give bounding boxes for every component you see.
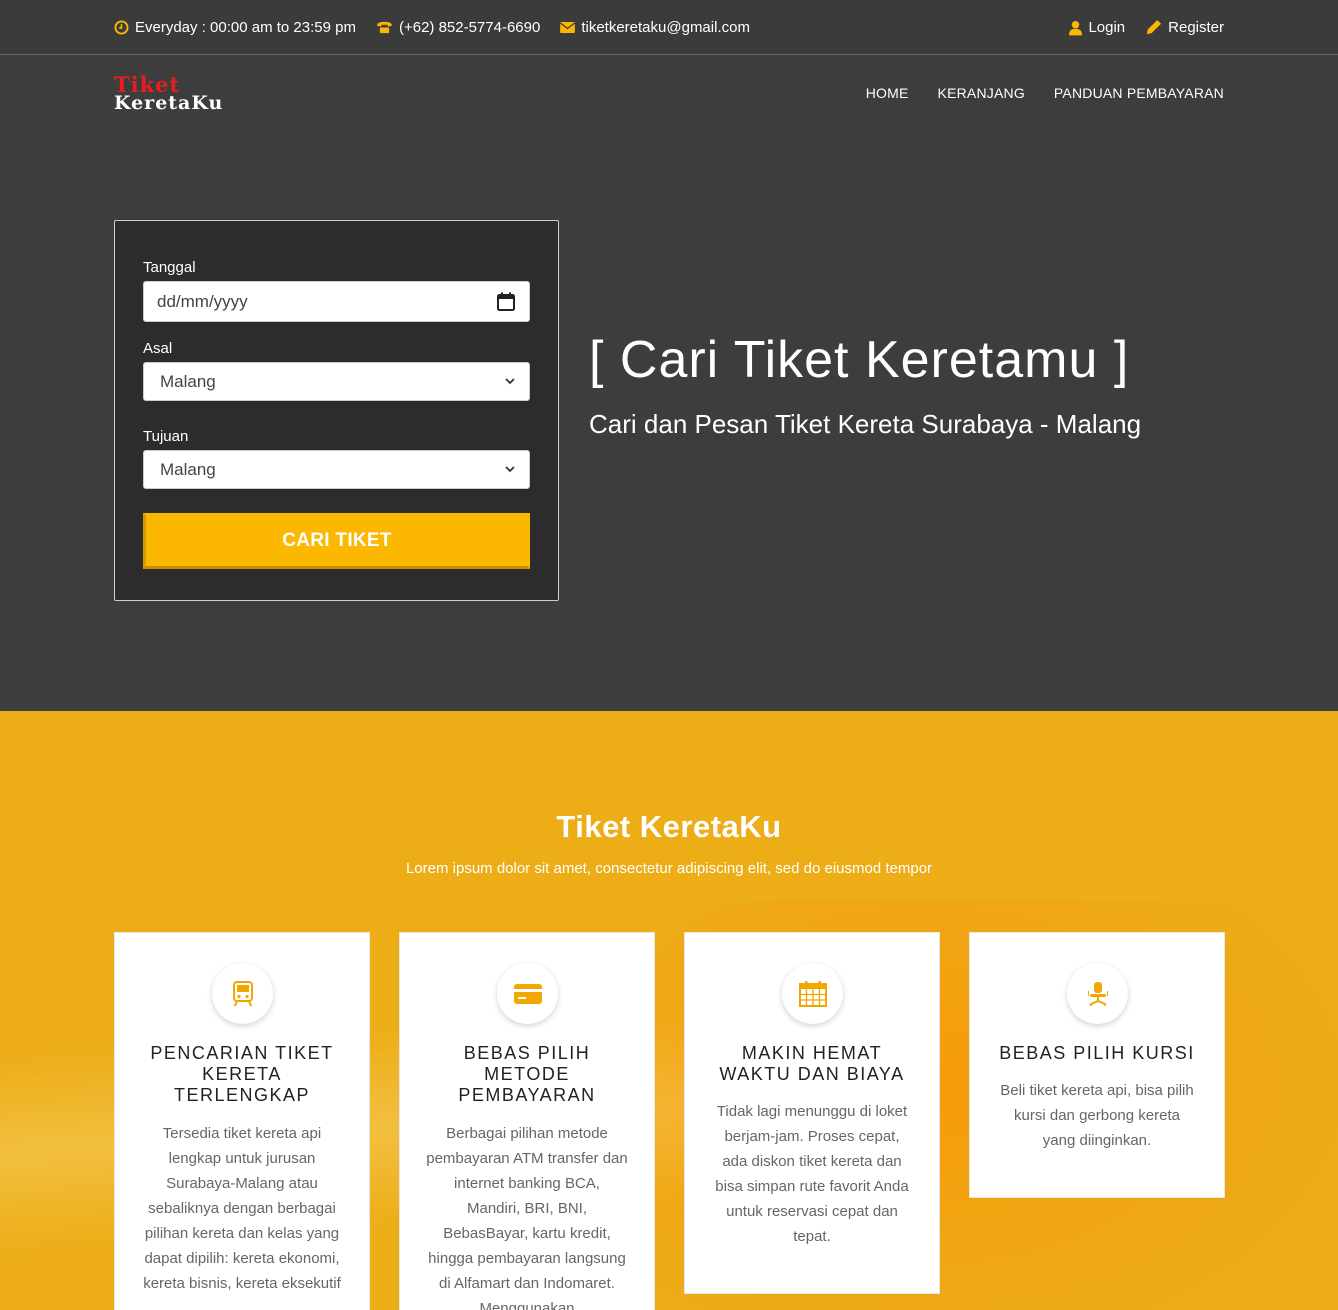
clock-icon bbox=[114, 20, 129, 35]
chevron-down-icon bbox=[505, 466, 515, 473]
train-icon bbox=[232, 980, 253, 1007]
features-title: Tiket KeretaKu bbox=[556, 809, 782, 844]
opening-hours: Everyday : 00:00 am to 23:59 pm bbox=[114, 19, 356, 36]
ticket-search-form: Tanggal dd/mm/yyyy Asal Malang Tujuan Ma… bbox=[114, 220, 559, 601]
nav-payment-guide[interactable]: PANDUAN PEMBAYARAN bbox=[1054, 85, 1224, 101]
origin-select[interactable]: Malang bbox=[143, 362, 530, 401]
nav-cart[interactable]: KERANJANG bbox=[938, 85, 1025, 101]
feature-description: Berbagai pilihan metode pembayaran ATM t… bbox=[426, 1125, 628, 1310]
nav-home[interactable]: HOME bbox=[866, 85, 909, 101]
hero-subtitle: Cari dan Pesan Tiket Kereta Surabaya - M… bbox=[589, 409, 1142, 439]
feature-description: Tidak lagi menunggu di loket berjam-jam.… bbox=[715, 1103, 909, 1245]
search-ticket-button[interactable]: CARI TIKET bbox=[143, 513, 530, 569]
calendar-picker-icon[interactable] bbox=[497, 292, 515, 311]
main-nav: HOME KERANJANG PANDUAN PEMBAYARAN bbox=[866, 85, 1224, 101]
feature-card: MAKIN HEMAT WAKTU DAN BIAYA Tidak lagi m… bbox=[684, 932, 940, 1294]
destination-label: Tujuan bbox=[143, 428, 189, 445]
date-input[interactable]: dd/mm/yyyy bbox=[143, 281, 530, 322]
features-subtitle: Lorem ipsum dolor sit amet, consectetur … bbox=[405, 860, 933, 877]
date-label: Tanggal bbox=[143, 259, 196, 276]
feature-title: BEBAS PILIH KURSI bbox=[999, 1043, 1195, 1063]
feature-title: BEBAS PILIH METODE PEMBAYARAN bbox=[458, 1043, 596, 1105]
main-header: Tiket KeretaKu HOME KERANJANG PANDUAN PE… bbox=[0, 56, 1338, 136]
feature-card: BEBAS PILIH METODE PEMBAYARAN Berbagai p… bbox=[399, 932, 655, 1310]
site-logo[interactable]: Tiket KeretaKu bbox=[114, 74, 284, 118]
user-icon bbox=[1069, 20, 1083, 35]
top-info-bar: Everyday : 00:00 am to 23:59 pm (+62) 85… bbox=[0, 0, 1338, 55]
email-address: tiketkeretaku@gmail.com bbox=[560, 19, 750, 36]
feature-description: Tersedia tiket kereta api lengkap untuk … bbox=[143, 1125, 341, 1292]
origin-label: Asal bbox=[143, 340, 173, 357]
feature-title: MAKIN HEMAT WAKTU DAN BIAYA bbox=[719, 1043, 905, 1084]
envelope-icon bbox=[560, 22, 576, 33]
pencil-icon bbox=[1147, 19, 1162, 35]
destination-select[interactable]: Malang bbox=[143, 450, 530, 489]
feature-title: PENCARIAN TIKET KERETA TERLENGKAP bbox=[150, 1043, 334, 1105]
hero-title: [ Cari Tiket Keretamu ] bbox=[589, 331, 1130, 389]
chevron-down-icon bbox=[505, 378, 515, 385]
feature-card: PENCARIAN TIKET KERETA TERLENGKAP Tersed… bbox=[114, 932, 370, 1310]
credit-card-icon bbox=[513, 983, 542, 1004]
feature-card: BEBAS PILIH KURSI Beli tiket kereta api,… bbox=[969, 932, 1225, 1198]
phone-number: (+62) 852-5774-6690 bbox=[376, 19, 540, 36]
phone-icon bbox=[377, 21, 392, 34]
login-link[interactable]: Login bbox=[1069, 19, 1125, 36]
seat-icon bbox=[1087, 981, 1108, 1006]
register-link[interactable]: Register bbox=[1145, 19, 1224, 36]
features-section: Tiket KeretaKu Lorem ipsum dolor sit ame… bbox=[0, 711, 1338, 1310]
feature-description: Beli tiket kereta api, bisa pilih kursi … bbox=[1000, 1082, 1194, 1149]
calendar-icon bbox=[798, 980, 827, 1007]
